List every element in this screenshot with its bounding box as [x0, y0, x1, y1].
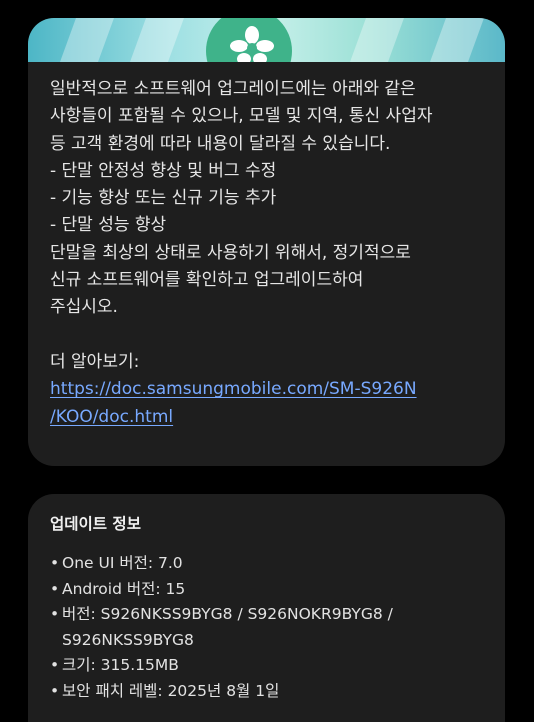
notes-closing-line: 신규 소프트웨어를 확인하고 업그레이드하여: [50, 270, 364, 291]
release-notes-text: 일반적으로 소프트웨어 업그레이드에는 아래와 같은 사항들이 포함될 수 있으…: [28, 62, 505, 431]
security-patch-item: • 보안 패치 레벨: 2025년 8월 1일: [50, 679, 483, 705]
notes-paragraph-line: 일반적으로 소프트웨어 업그레이드에는 아래와 같은: [50, 79, 416, 99]
bullet: •: [50, 656, 60, 674]
android-version-item: • Android 버전: 15: [50, 577, 483, 603]
one-ui-version: One UI 버전: 7.0: [62, 554, 183, 572]
size-item: • 크기: 315.15MB: [50, 653, 483, 679]
build-version-item: • 버전: S926NKSS9BYG8 / S926NOKR9BYG8 /: [50, 602, 483, 628]
notes-paragraph-line: 등 고객 환경에 따라 내용이 달라질 수 있습니다.: [50, 133, 391, 154]
build-version-continued: S926NKSS9BYG8: [50, 628, 483, 654]
notes-paragraph-line: 사항들이 포함될 수 있으나, 모델 및 지역, 통신 사업자: [50, 106, 433, 127]
release-notes-link-line1[interactable]: https://doc.samsungmobile.com/SM-S926N: [50, 379, 417, 399]
build-version-line1: 버전: S926NKSS9BYG8 / S926NOKR9BYG8 /: [62, 605, 393, 623]
notes-item: - 단말 안정성 향상 및 버그 수정: [50, 160, 277, 181]
security-patch-level: 보안 패치 레벨: 2025년 8월 1일: [62, 681, 280, 700]
bullet: •: [50, 681, 60, 700]
download-size: 크기: 315.15MB: [62, 656, 179, 674]
notes-item: - 기능 향상 또는 신규 기능 추가: [50, 188, 277, 209]
bullet: •: [50, 605, 60, 623]
flower-icon: [230, 26, 274, 62]
header-banner-image: [28, 18, 505, 62]
bullet: •: [50, 579, 60, 598]
release-notes-card: 일반적으로 소프트웨어 업그레이드에는 아래와 같은 사항들이 포함될 수 있으…: [28, 18, 505, 466]
notes-closing-line: 주십시오.: [50, 297, 118, 318]
release-notes-link-line2[interactable]: /KOO/doc.html: [50, 407, 173, 427]
notes-closing-line: 단말을 최상의 상태로 사용하기 위해서, 정기적으로: [50, 242, 411, 263]
release-notes-link[interactable]: https://doc.samsungmobile.com/SM-S926N: [50, 376, 483, 403]
bullet: •: [50, 554, 60, 572]
android-version: Android 버전: 15: [62, 579, 186, 598]
learn-more-label: 더 알아보기:: [50, 351, 140, 372]
release-notes-link-continued[interactable]: /KOO/doc.html: [50, 404, 483, 431]
one-ui-version-item: • One UI 버전: 7.0: [50, 551, 483, 577]
update-info-title: 업데이트 정보: [50, 515, 141, 533]
notes-item: - 단말 성능 향상: [50, 215, 167, 236]
update-info-list: • One UI 버전: 7.0 • Android 버전: 15 • 버전: S92…: [50, 551, 483, 704]
build-version-line2: S926NKSS9BYG8: [62, 630, 194, 649]
update-info-card: 업데이트 정보 • One UI 버전: 7.0 • Android 버전: 15 …: [28, 494, 505, 722]
